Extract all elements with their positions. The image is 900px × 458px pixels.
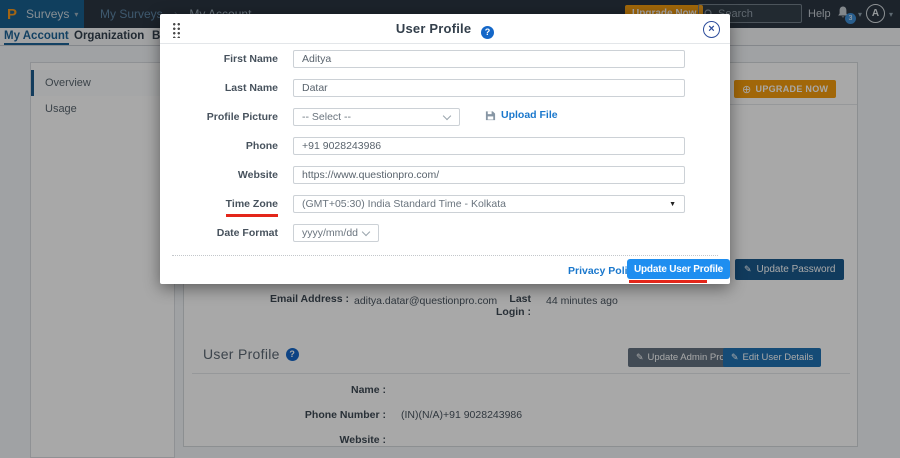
help-question-icon[interactable]: ? [481,26,494,39]
close-icon[interactable]: × [703,21,720,38]
drag-handle-icon[interactable] [172,22,181,38]
modal-title: User Profile ? [160,14,730,44]
phone-row: Phone [160,137,730,155]
modal-header: User Profile ? × [160,14,730,44]
phone-label: Phone [160,137,278,155]
upload-file-label: Upload File [501,109,558,121]
divider [172,255,718,256]
first-name-field[interactable] [293,50,685,68]
date-format-label: Date Format [160,224,278,242]
time-zone-select-value: (GMT+05:30) India Standard Time - Kolkat… [302,198,506,210]
website-field[interactable] [293,166,685,184]
update-user-profile-button[interactable]: Update User Profile [627,259,730,279]
time-zone-select[interactable]: (GMT+05:30) India Standard Time - Kolkat… [293,195,685,213]
profile-picture-select-value: -- Select -- [302,111,351,123]
chevron-down-icon [362,228,370,236]
time-zone-label: Time Zone [160,195,278,217]
last-name-label: Last Name [160,79,278,97]
date-format-row: Date Format yyyy/mm/dd [160,224,730,242]
profile-picture-label: Profile Picture [160,108,278,126]
first-name-label: First Name [160,50,278,68]
annotation-underline-update-button [629,280,707,283]
upload-file-link[interactable]: Upload File [485,109,558,121]
phone-field[interactable] [293,137,685,155]
select-caret-icon: ▼ [669,201,676,208]
time-zone-row: Time Zone (GMT+05:30) India Standard Tim… [160,195,730,213]
modal-title-text: User Profile [396,21,471,36]
date-format-select-value: yyyy/mm/dd [302,227,358,239]
profile-picture-row: Profile Picture -- Select -- Upload File [160,108,730,126]
website-row: Website [160,166,730,184]
user-profile-modal: User Profile ? × First Name Last Name Pr… [160,14,730,284]
website-label: Website [160,166,278,184]
upload-file-icon [485,110,496,121]
last-name-field[interactable] [293,79,685,97]
chevron-down-icon [443,112,451,120]
date-format-select[interactable]: yyyy/mm/dd [293,224,379,242]
last-name-row: Last Name [160,79,730,97]
annotation-underline-time-zone: Time Zone [226,195,278,217]
first-name-row: First Name [160,50,730,68]
profile-picture-select[interactable]: -- Select -- [293,108,460,126]
